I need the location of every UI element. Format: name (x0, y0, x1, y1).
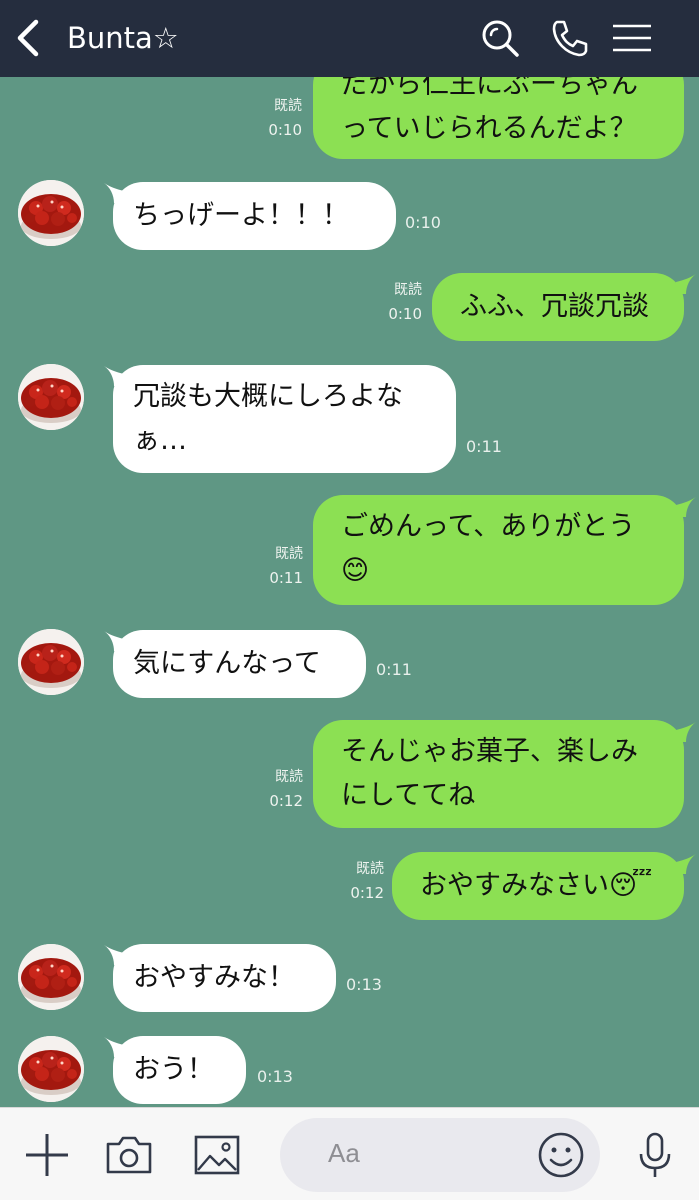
camera-icon[interactable] (104, 1130, 154, 1180)
message-bubble[interactable]: 冗談も大概にしろよな ぁ… (113, 365, 456, 473)
message-time: 0:12 (269, 792, 303, 810)
image-icon[interactable] (192, 1130, 242, 1180)
message-bubble[interactable]: だから仁王にぶーちゃん っていじられるんだよ？ (313, 77, 684, 159)
message-time: 0:13 (257, 1067, 293, 1086)
message-text: ふふ、冗談冗談 (460, 291, 649, 322)
message-bubble[interactable]: ごめんって、ありがとう 😊 (313, 495, 684, 605)
message-text: ぁ… (133, 425, 187, 456)
message-text: だから仁王にぶーちゃん (341, 77, 638, 100)
bubble-tail (676, 497, 696, 517)
message-time: 0:11 (269, 569, 303, 587)
message-meta: 既読 0:11 (249, 542, 303, 590)
avatar[interactable] (18, 1036, 84, 1102)
message-input[interactable]: Aa (280, 1118, 600, 1192)
message-meta: 既読 0:12 (330, 857, 384, 905)
plus-icon[interactable] (22, 1130, 72, 1180)
message-bubble[interactable]: そんじゃお菓子、楽しみ にしててね (313, 720, 684, 828)
message-list[interactable]: だから仁王にぶーちゃん っていじられるんだよ？ 既読 0:10 ちっげーよ！！！… (0, 77, 699, 1107)
read-receipt: 既読 (275, 769, 303, 785)
read-receipt: 既読 (275, 546, 303, 562)
message-bubble[interactable]: おやすみな！ (113, 944, 336, 1012)
bubble-tail (676, 722, 696, 742)
message-meta: 既読 0:12 (249, 765, 303, 813)
avatar[interactable] (18, 180, 84, 246)
message-bubble[interactable]: おう！ (113, 1036, 246, 1104)
chevron-left-icon[interactable] (14, 18, 44, 58)
message-time: 0:11 (466, 437, 502, 456)
bubble-tail (676, 274, 696, 294)
search-icon[interactable] (478, 16, 522, 60)
message-time: 0:13 (346, 975, 382, 994)
message-time: 0:10 (268, 121, 302, 139)
bubble-tail (676, 854, 696, 874)
read-receipt: 既読 (274, 98, 302, 114)
emoji-icon[interactable] (536, 1130, 586, 1180)
avatar[interactable] (18, 629, 84, 695)
message-text: おやすみな！ (133, 962, 295, 993)
message-time: 0:10 (405, 213, 441, 232)
message-text: にしててね (341, 780, 476, 811)
message-text: 気にすんなって (133, 648, 321, 679)
chat-header: Bunta☆ (0, 0, 699, 77)
message-text: 😊 (341, 555, 370, 586)
avatar[interactable] (18, 944, 84, 1010)
message-time: 0:10 (388, 305, 422, 323)
message-input-placeholder: Aa (328, 1138, 360, 1168)
message-bubble[interactable]: 気にすんなって (113, 630, 366, 698)
avatar[interactable] (18, 364, 84, 430)
message-text: 冗談も大概にしろよな (133, 381, 403, 412)
message-text: おやすみなさい😴 (420, 870, 653, 901)
message-text: ごめんって、ありがとう (341, 511, 636, 542)
chat-title: Bunta☆ (67, 21, 179, 55)
composer-bar: Aa (0, 1107, 699, 1200)
phone-icon[interactable] (546, 16, 590, 60)
menu-icon[interactable] (610, 16, 654, 60)
message-meta: 既読 0:10 (368, 278, 422, 326)
message-text: ちっげーよ！！！ (133, 200, 349, 231)
message-bubble[interactable]: おやすみなさい😴 (392, 852, 684, 920)
message-bubble[interactable]: ちっげーよ！！！ (113, 182, 396, 250)
message-bubble[interactable]: ふふ、冗談冗談 (432, 273, 684, 341)
microphone-icon[interactable] (630, 1130, 680, 1180)
message-text: っていじられるんだよ？ (341, 113, 637, 144)
read-receipt: 既読 (356, 861, 384, 877)
message-time: 0:11 (376, 660, 412, 679)
read-receipt: 既読 (394, 282, 422, 298)
message-meta: 既読 0:10 (250, 94, 302, 142)
message-time: 0:12 (350, 884, 384, 902)
message-text: おう！ (133, 1054, 214, 1085)
message-text: そんじゃお菓子、楽しみ (341, 736, 638, 767)
